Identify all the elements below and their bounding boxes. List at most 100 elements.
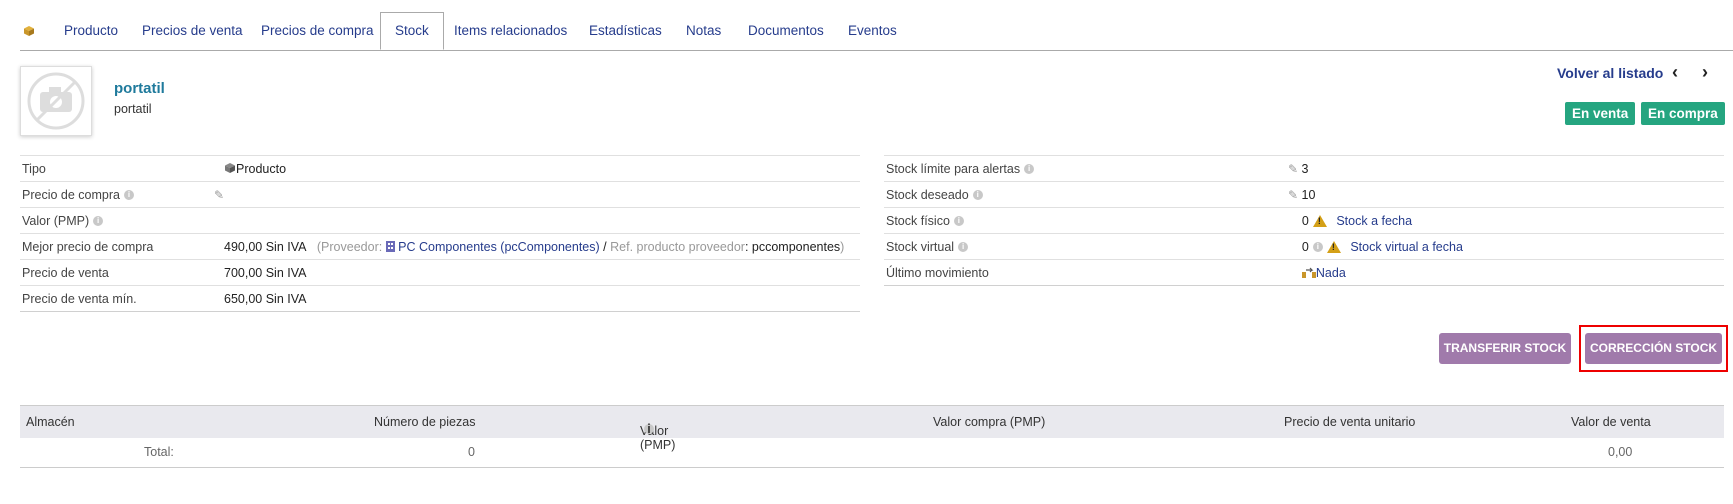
product-label: portatil — [114, 102, 152, 116]
stock-table-header: Almacén Número de piezas Valor (PMP) i Va… — [20, 405, 1724, 452]
info-icon: i — [1024, 164, 1035, 175]
stock-a-fecha-link[interactable]: Stock a fecha — [1336, 214, 1412, 228]
field-row-stock-deseado: Stock deseado i ✎ 10 — [884, 181, 1724, 208]
field-label-text: Stock virtual — [886, 239, 955, 254]
close-paren: ) — [840, 239, 845, 254]
box-icon — [225, 162, 235, 173]
right-fields-table: Stock límite para alertas i ✎ 3 Stock des… — [884, 155, 1724, 286]
separator-slash: / — [603, 239, 607, 254]
next-record-button[interactable]: › — [1702, 62, 1708, 83]
movement-icon — [1301, 267, 1316, 278]
info-icon: i — [972, 190, 983, 201]
info-icon: i — [958, 242, 969, 253]
back-to-list-link[interactable]: Volver al listado — [1557, 65, 1663, 81]
col-header-precio-venta-unitario: Precio de venta unitario — [1284, 415, 1416, 429]
proveedor-label: (Proveedor: — [316, 239, 383, 254]
field-value: Nada — [1286, 259, 1724, 286]
tab-precios-compra[interactable]: Precios de compra — [261, 12, 374, 50]
stock-virtual-value: 0 — [1301, 239, 1309, 254]
ref-proveedor-label: Ref. producto proveedor — [610, 239, 745, 254]
field-label: Tipo — [20, 155, 222, 182]
info-icon: i — [93, 216, 104, 227]
tab-documentos[interactable]: Documentos — [748, 12, 824, 50]
field-label-text: Stock límite para alertas — [886, 161, 1021, 176]
field-row-tipo: Tipo Producto — [20, 155, 860, 182]
field-label: Último movimiento — [884, 259, 1286, 286]
warning-icon — [1326, 241, 1341, 254]
total-value: 0,00 — [1608, 445, 1633, 459]
field-value: 650,00 Sin IVA — [222, 285, 860, 312]
tipo-value: Producto — [236, 161, 287, 176]
tab-precios-venta[interactable]: Precios de venta — [142, 12, 243, 50]
info-icon: i — [953, 216, 964, 227]
field-label: Valor (PMP) i — [20, 207, 222, 234]
stock-correction-button[interactable]: CORRECCIÓN STOCK — [1585, 333, 1722, 364]
tab-bar: Producto Precios de venta Precios de com… — [20, 12, 1733, 51]
tab-eventos[interactable]: Eventos — [848, 12, 897, 50]
field-label: Stock virtual i — [884, 233, 1286, 260]
field-label-text: Stock físico — [886, 213, 950, 228]
pencil-icon[interactable]: ✎ — [1288, 188, 1298, 202]
field-value: 700,00 Sin IVA — [222, 259, 860, 286]
field-value: Producto — [222, 155, 860, 182]
col-header-almacen: Almacén — [26, 415, 75, 429]
prev-record-button[interactable]: ‹ — [1672, 62, 1678, 83]
product-photo-placeholder[interactable] — [20, 66, 92, 136]
stock-limite-value: 3 — [1301, 161, 1309, 176]
mejor-precio-value: 490,00 Sin IVA — [224, 239, 307, 254]
tab-producto[interactable]: Producto — [64, 12, 118, 50]
proveedor-link[interactable]: PC Componentes (pcComponentes) — [398, 240, 600, 254]
ultimo-movimiento-link[interactable]: Nada — [1316, 266, 1346, 280]
on-sale-badge: En venta — [1565, 102, 1636, 125]
field-label-text: Precio de compra — [22, 187, 120, 202]
field-row-stock-limite: Stock límite para alertas i ✎ 3 — [884, 155, 1724, 182]
total-pieces: 0 — [468, 445, 475, 459]
left-fields-table: Tipo Producto Precio de compra i ✎ Valor (… — [20, 155, 860, 312]
field-row-stock-virtual: Stock virtuali 0i Stock virtual a fecha — [884, 233, 1724, 260]
transfer-stock-button[interactable]: TRANSFERIR STOCK — [1439, 333, 1571, 364]
product-ref: portatil — [114, 80, 165, 97]
tab-items-relacionados[interactable]: Items relacionados — [454, 12, 567, 50]
warning-icon — [1312, 215, 1327, 228]
field-label-text: Stock deseado — [886, 187, 969, 202]
total-label: Total: — [144, 445, 174, 459]
stock-deseado-value: 10 — [1301, 187, 1316, 202]
tab-stock[interactable]: Stock — [380, 12, 444, 50]
field-value: 0i Stock virtual a fecha — [1286, 233, 1724, 260]
box-icon — [24, 26, 34, 37]
field-value: 490,00 Sin IVA (Proveedor: PC Componente… — [222, 233, 860, 260]
tab-estadisticas[interactable]: Estadísticas — [589, 12, 662, 50]
field-value: ✎ 10 — [1286, 181, 1724, 208]
field-label: Precio de venta mín. — [20, 285, 222, 312]
on-purchase-badge: En compra — [1641, 102, 1725, 125]
field-row-precio-compra: Precio de compra i ✎ — [20, 181, 860, 208]
field-value — [222, 207, 860, 234]
field-row-precio-venta-min: Precio de venta mín. 650,00 Sin IVA — [20, 285, 860, 312]
field-label: Mejor precio de compra — [20, 233, 222, 260]
col-header-numero-piezas: Número de piezas — [374, 415, 476, 429]
chevron-right-icon: › — [1702, 62, 1708, 82]
pencil-icon[interactable]: ✎ — [1288, 162, 1298, 176]
info-icon: i — [644, 423, 654, 435]
field-row-stock-fisico: Stock físicoi 0 Stock a fecha — [884, 207, 1724, 234]
field-row-ultimo-movimiento: Último movimiento Nada — [884, 259, 1724, 286]
stock-virtual-a-fecha-link[interactable]: Stock virtual a fecha — [1350, 240, 1463, 254]
field-value: 0 Stock a fecha — [1286, 207, 1724, 234]
field-row-mejor-precio: Mejor precio de compra 490,00 Sin IVA (P… — [20, 233, 860, 260]
field-label: Stock deseado i — [884, 181, 1286, 208]
field-label: Precio de compra i ✎ — [20, 181, 224, 208]
ref-proveedor-value: pccomponentes — [751, 239, 841, 254]
info-icon: i — [123, 190, 134, 201]
stock-fisico-value: 0 — [1301, 213, 1309, 228]
field-row-precio-venta: Precio de venta 700,00 Sin IVA — [20, 259, 860, 286]
company-icon — [385, 240, 395, 252]
field-label: Precio de venta — [20, 259, 222, 286]
pencil-icon[interactable]: ✎ — [214, 188, 224, 202]
stock-total-row: Total: 0 0,00 — [20, 437, 1724, 468]
tab-product-icon[interactable] — [23, 12, 35, 50]
field-label-text: Valor (PMP) — [22, 213, 90, 228]
field-value — [222, 181, 860, 208]
no-photo-icon — [27, 72, 85, 130]
tab-notas[interactable]: Notas — [686, 12, 721, 50]
field-label: Stock físico i — [884, 207, 1286, 234]
